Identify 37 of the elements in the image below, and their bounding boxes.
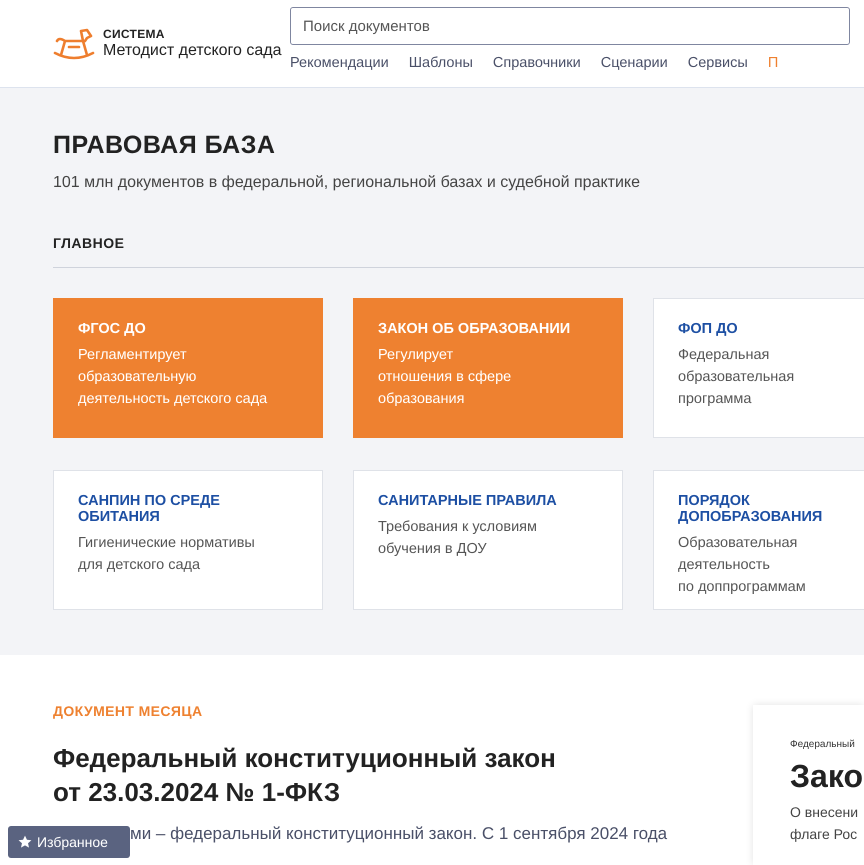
document-title: Федеральный конституционный закон от 23.03.2024 № 1-ФКЗ — [53, 742, 557, 809]
nav-link[interactable]: Шаблоны — [408, 55, 473, 71]
category-card[interactable]: САНИТАРНЫЕ ПРАВИЛА Требования к условиям обучения в ДОУ — [353, 470, 623, 610]
nav-link[interactable]: Рекомендации — [290, 55, 389, 71]
star-icon — [18, 835, 32, 849]
card-description: Регламентирует образовательную деятельность детского сада — [78, 346, 268, 409]
section-heading: ГЛАВНОЕ — [53, 235, 124, 251]
card-description: Гигиенические нормативы для детского сада — [78, 534, 256, 575]
category-card[interactable]: ПОРЯДОК ДОПОБРАЗОВАНИЯ Образовательная деятельность по доппрограммам — [653, 470, 864, 610]
card-title: ФГОС ДО — [78, 321, 147, 337]
nav-link[interactable]: Сервисы — [688, 55, 748, 71]
nav-link[interactable]: Сценарии — [600, 55, 668, 71]
category-card[interactable]: ФОП ДО Федеральная образовательная программа — [653, 298, 864, 438]
card-description: Федеральная образовательная программа — [678, 346, 796, 409]
logo-title: Методист детского сада — [103, 42, 282, 60]
preview-caption: Федеральный — [790, 739, 856, 750]
card-title: ЗАКОН ОБ ОБРАЗОВАНИИ — [378, 321, 572, 337]
page-title: ПРАВОВАЯ БАЗА — [53, 131, 276, 160]
section-label: ДОКУМЕНТ МЕСЯЦА — [53, 703, 204, 719]
document-preview-card[interactable]: Федеральный Зако О внесени флаге Рос — [753, 705, 864, 865]
card-title: ПОРЯДОК ДОПОБРАЗОВАНИЯ — [678, 493, 824, 525]
rocking-horse-logo-icon — [53, 26, 95, 60]
page-subtitle: 101 млн документов в федеральной, региональной базах и судебной практике — [53, 174, 641, 192]
card-title: САНПИН ПО СРЕДЕ ОБИТАНИЯ — [78, 493, 221, 525]
card-title: ФОП ДО — [678, 321, 739, 337]
logo-caption: СИСТЕМА — [103, 27, 166, 41]
nav-link[interactable]: Справочники — [492, 55, 581, 71]
card-description: Образовательная деятельность по доппрограммам — [678, 534, 807, 597]
favorites-button[interactable]: Избранное — [8, 826, 130, 858]
card-title: САНИТАРНЫЕ ПРАВИЛА — [378, 493, 558, 509]
category-card[interactable]: САНПИН ПО СРЕДЕ ОБИТАНИЯ Гигиенические нормативы для детского сада — [53, 470, 323, 610]
search-field[interactable]: Поиск документов — [290, 7, 850, 45]
card-description: Требования к условиям обучения в ДОУ — [378, 518, 538, 559]
preview-text-line: флаге Рос — [790, 825, 858, 844]
preview-title: Зако — [790, 758, 864, 795]
preview-text-line: О внесени — [790, 803, 860, 822]
card-description: Регулирует отношения в сфере образования — [378, 346, 512, 409]
